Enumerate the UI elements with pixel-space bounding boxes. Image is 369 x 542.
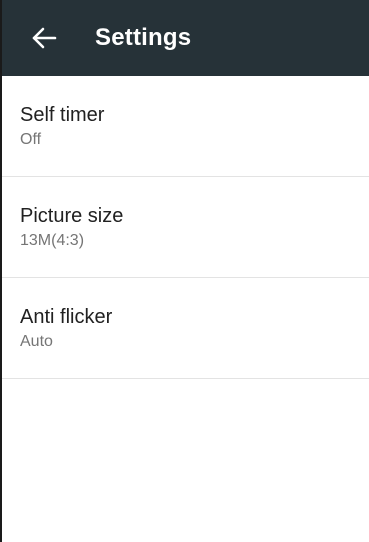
settings-screen: Settings Self timer Off Picture size 13M… bbox=[0, 0, 369, 542]
setting-title: Picture size bbox=[20, 205, 124, 227]
app-bar: Settings bbox=[2, 0, 369, 76]
setting-value: 13M(4:3) bbox=[20, 232, 85, 249]
setting-item-anti-flicker[interactable]: Anti flicker Auto bbox=[2, 278, 369, 379]
settings-list: Self timer Off Picture size 13M(4:3) Ant… bbox=[2, 76, 369, 379]
setting-value: Auto bbox=[20, 333, 53, 350]
page-title: Settings bbox=[95, 24, 192, 51]
back-button[interactable] bbox=[20, 14, 68, 62]
setting-title: Self timer bbox=[20, 104, 105, 126]
setting-item-self-timer[interactable]: Self timer Off bbox=[2, 76, 369, 177]
setting-value: Off bbox=[20, 131, 42, 148]
setting-item-picture-size[interactable]: Picture size 13M(4:3) bbox=[2, 177, 369, 278]
setting-title: Anti flicker bbox=[20, 306, 113, 328]
arrow-left-icon bbox=[32, 27, 57, 49]
